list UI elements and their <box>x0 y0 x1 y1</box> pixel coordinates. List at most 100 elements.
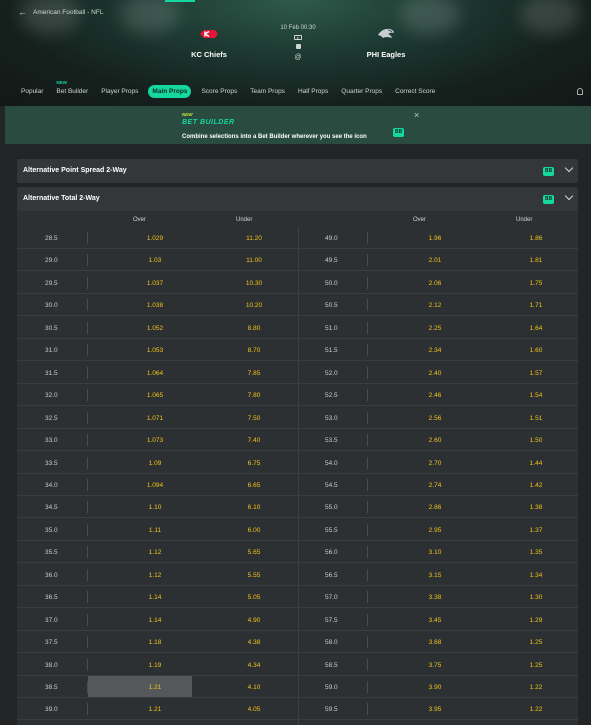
breadcrumb-label[interactable]: American Football - NFL <box>33 9 103 16</box>
over-odds[interactable]: 3.15 <box>410 572 460 579</box>
over-odds[interactable]: 1.21 <box>130 684 180 691</box>
under-odds[interactable]: 1.25 <box>511 662 561 669</box>
over-odds[interactable]: 3.95 <box>410 706 460 713</box>
tv-icon[interactable] <box>294 35 302 40</box>
under-odds[interactable]: 1.37 <box>511 527 561 534</box>
under-odds[interactable]: 1.64 <box>511 325 561 332</box>
under-odds[interactable]: 1.51 <box>511 415 561 422</box>
tab-half-props[interactable]: Half Props <box>295 84 331 99</box>
bell-icon[interactable] <box>577 88 583 95</box>
over-odds[interactable]: 1.065 <box>130 392 180 399</box>
under-odds[interactable]: 1.22 <box>511 684 561 691</box>
under-odds[interactable]: 7.85 <box>229 370 279 377</box>
over-odds[interactable]: 2.12 <box>410 302 460 309</box>
over-odds[interactable]: 1.09 <box>130 460 180 467</box>
under-odds[interactable]: 1.29 <box>511 617 561 624</box>
under-odds[interactable]: 7.80 <box>229 392 279 399</box>
over-odds[interactable]: 2.46 <box>410 392 460 399</box>
tab-team-props[interactable]: Team Props <box>247 84 288 99</box>
over-odds[interactable]: 1.11 <box>130 527 180 534</box>
market-header-total[interactable]: Alternative Total 2-Way BB <box>17 187 578 211</box>
tab-main-props[interactable]: Main Props <box>148 85 192 98</box>
over-odds[interactable]: 3.75 <box>410 662 460 669</box>
over-odds[interactable]: 1.037 <box>130 280 180 287</box>
over-odds[interactable]: 1.10 <box>130 504 180 511</box>
stats-icon[interactable] <box>295 44 301 49</box>
close-icon[interactable]: × <box>414 111 419 120</box>
over-odds[interactable]: 1.071 <box>130 415 180 422</box>
over-odds[interactable]: 2.95 <box>410 527 460 534</box>
under-odds[interactable]: 1.30 <box>511 594 561 601</box>
over-odds[interactable]: 1.038 <box>130 302 180 309</box>
under-odds[interactable]: 11.20 <box>229 235 279 242</box>
over-odds[interactable]: 1.03 <box>130 257 180 264</box>
over-odds[interactable]: 1.053 <box>130 347 180 354</box>
under-odds[interactable]: 1.81 <box>511 257 561 264</box>
under-odds[interactable]: 4.34 <box>229 662 279 669</box>
under-odds[interactable]: 5.65 <box>229 549 279 556</box>
under-odds[interactable]: 8.80 <box>229 325 279 332</box>
over-odds[interactable]: 1.14 <box>130 617 180 624</box>
over-odds[interactable]: 1.073 <box>130 437 180 444</box>
under-odds[interactable]: 1.86 <box>511 235 561 242</box>
over-odds[interactable]: 1.094 <box>130 482 180 489</box>
under-odds[interactable]: 7.40 <box>229 437 279 444</box>
over-odds[interactable]: 3.45 <box>410 617 460 624</box>
under-odds[interactable]: 1.38 <box>511 504 561 511</box>
over-odds[interactable]: 2.60 <box>410 437 460 444</box>
over-odds[interactable]: 2.25 <box>410 325 460 332</box>
over-odds[interactable]: 1.14 <box>130 594 180 601</box>
under-odds[interactable]: 1.60 <box>511 347 561 354</box>
under-odds[interactable]: 6.00 <box>229 527 279 534</box>
over-odds[interactable]: 1.052 <box>130 325 180 332</box>
chevron-down-icon[interactable] <box>564 191 574 201</box>
back-arrow-icon[interactable]: ← <box>18 7 27 17</box>
over-odds[interactable]: 1.12 <box>130 549 180 556</box>
over-odds[interactable]: 3.38 <box>410 594 460 601</box>
over-odds[interactable]: 2.70 <box>410 460 460 467</box>
over-odds[interactable]: 1.029 <box>130 235 180 242</box>
under-odds[interactable]: 4.10 <box>229 684 279 691</box>
over-odds[interactable]: 3.68 <box>410 639 460 646</box>
market-header-point-spread[interactable]: Alternative Point Spread 2-Way BB <box>17 159 578 183</box>
tab-correct-score[interactable]: Correct Score <box>392 84 438 99</box>
under-odds[interactable]: 1.71 <box>511 302 561 309</box>
over-odds[interactable]: 1.064 <box>130 370 180 377</box>
under-odds[interactable]: 1.50 <box>511 437 561 444</box>
under-odds[interactable]: 5.05 <box>229 594 279 601</box>
under-odds[interactable]: 1.44 <box>511 460 561 467</box>
under-odds[interactable]: 6.75 <box>229 460 279 467</box>
over-odds[interactable]: 2.01 <box>410 257 460 264</box>
tab-popular[interactable]: Popular <box>18 84 46 99</box>
under-odds[interactable]: 6.10 <box>229 504 279 511</box>
under-odds[interactable]: 4.38 <box>229 639 279 646</box>
over-odds[interactable]: 2.56 <box>410 415 460 422</box>
over-odds[interactable]: 1.12 <box>130 572 180 579</box>
breadcrumb[interactable]: ← American Football - NFL <box>18 7 103 17</box>
under-odds[interactable]: 10.30 <box>229 280 279 287</box>
over-odds[interactable]: 1.96 <box>410 235 460 242</box>
under-odds[interactable]: 4.90 <box>229 617 279 624</box>
under-odds[interactable]: 1.34 <box>511 572 561 579</box>
under-odds[interactable]: 1.75 <box>511 280 561 287</box>
under-odds[interactable]: 1.54 <box>511 392 561 399</box>
under-odds[interactable]: 1.57 <box>511 370 561 377</box>
tab-score-props[interactable]: Score Props <box>198 84 240 99</box>
over-odds[interactable]: 2.86 <box>410 504 460 511</box>
over-odds[interactable]: 1.21 <box>130 706 180 713</box>
under-odds[interactable]: 1.25 <box>511 639 561 646</box>
tab-player-props[interactable]: Player Props <box>98 84 141 99</box>
under-odds[interactable]: 4.05 <box>229 706 279 713</box>
under-odds[interactable]: 5.55 <box>229 572 279 579</box>
over-odds[interactable]: 2.74 <box>410 482 460 489</box>
under-odds[interactable]: 1.35 <box>511 549 561 556</box>
tab-quarter-props[interactable]: Quarter Props <box>338 84 385 99</box>
over-odds[interactable]: 2.34 <box>410 347 460 354</box>
under-odds[interactable]: 1.42 <box>511 482 561 489</box>
over-odds[interactable]: 2.06 <box>410 280 460 287</box>
under-odds[interactable]: 1.22 <box>511 706 561 713</box>
over-odds[interactable]: 3.90 <box>410 684 460 691</box>
over-odds[interactable]: 2.40 <box>410 370 460 377</box>
over-odds[interactable]: 1.19 <box>130 662 180 669</box>
under-odds[interactable]: 8.70 <box>229 347 279 354</box>
